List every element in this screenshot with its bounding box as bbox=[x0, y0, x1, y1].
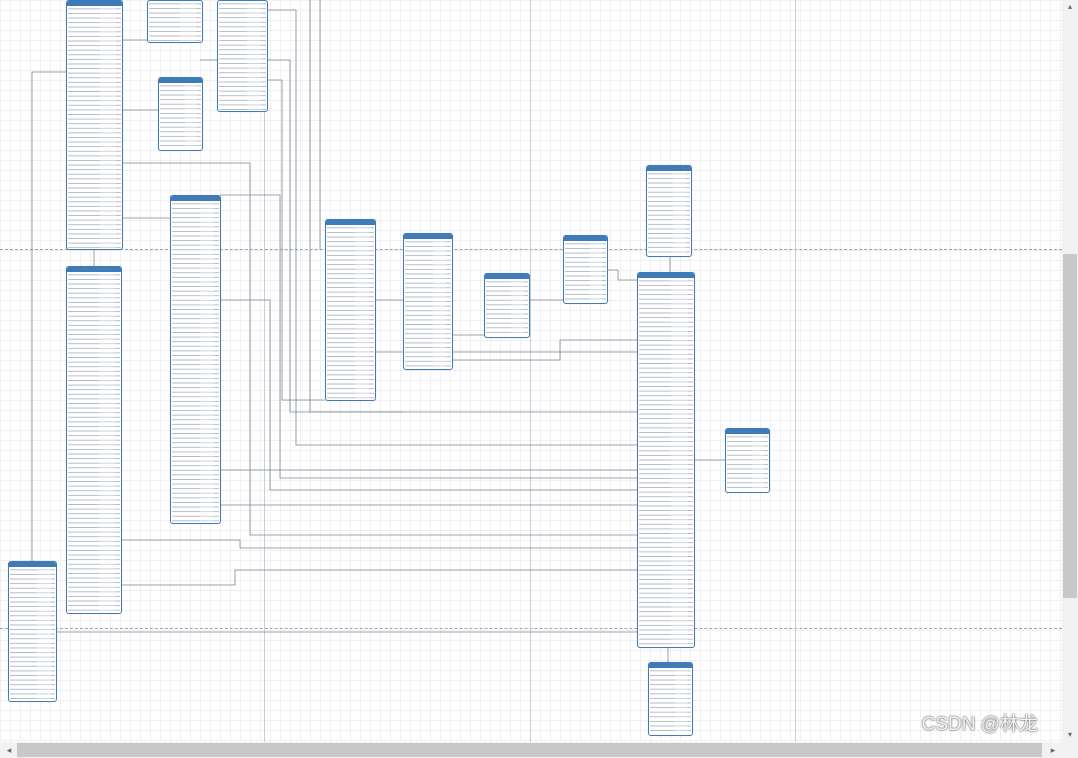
table-columns bbox=[149, 2, 201, 41]
table-columns bbox=[565, 242, 606, 302]
chevron-right-icon[interactable]: ▸ bbox=[1046, 742, 1060, 758]
table-columns bbox=[727, 435, 768, 491]
table-columns bbox=[650, 669, 691, 734]
entity-table[interactable] bbox=[563, 235, 608, 304]
entity-table[interactable] bbox=[170, 195, 221, 524]
chevron-left-icon[interactable]: ◂ bbox=[2, 742, 16, 758]
table-columns bbox=[172, 202, 219, 522]
watermark: CSDN @林龙 bbox=[921, 714, 1038, 735]
entity-table[interactable] bbox=[403, 233, 453, 370]
entity-table[interactable] bbox=[484, 273, 530, 338]
entity-table[interactable] bbox=[66, 266, 122, 614]
entity-table[interactable] bbox=[217, 0, 268, 112]
entity-table[interactable] bbox=[66, 0, 123, 250]
horizontal-scrollbar[interactable]: ◂ ▸ bbox=[0, 742, 1062, 758]
table-columns bbox=[405, 240, 451, 368]
relationship-line bbox=[120, 539, 637, 549]
chevron-up-icon[interactable]: ▴ bbox=[1062, 0, 1078, 14]
entity-table[interactable] bbox=[648, 662, 693, 736]
relationship-line bbox=[452, 339, 637, 361]
diagram-canvas[interactable]: CSDN @林龙 bbox=[0, 0, 1062, 742]
table-columns bbox=[10, 568, 55, 700]
entity-table[interactable] bbox=[725, 428, 770, 493]
table-columns bbox=[327, 226, 374, 399]
vertical-scrollbar[interactable]: ▴ ▾ bbox=[1062, 0, 1078, 742]
entity-table[interactable] bbox=[325, 219, 376, 401]
relationship-line bbox=[220, 9, 637, 446]
entity-table[interactable] bbox=[637, 272, 695, 648]
table-columns bbox=[68, 7, 121, 248]
entity-table[interactable] bbox=[8, 561, 57, 702]
scrollbar-thumb[interactable] bbox=[17, 743, 1042, 757]
entity-table[interactable] bbox=[147, 0, 203, 43]
relationship-line bbox=[606, 269, 637, 281]
entity-table[interactable] bbox=[158, 77, 203, 151]
entity-table[interactable] bbox=[646, 165, 692, 257]
table-columns bbox=[219, 2, 266, 110]
relationship-line bbox=[266, 79, 325, 401]
relationship-line bbox=[120, 569, 637, 586]
scrollbar-thumb[interactable] bbox=[1063, 254, 1077, 598]
table-columns bbox=[639, 279, 693, 646]
relationship-line bbox=[220, 469, 637, 536]
table-columns bbox=[648, 172, 690, 255]
chevron-down-icon[interactable]: ▾ bbox=[1062, 728, 1078, 742]
table-columns bbox=[68, 273, 120, 612]
table-columns bbox=[486, 280, 528, 336]
table-columns bbox=[160, 84, 201, 149]
scrollbar-corner bbox=[1062, 742, 1078, 758]
